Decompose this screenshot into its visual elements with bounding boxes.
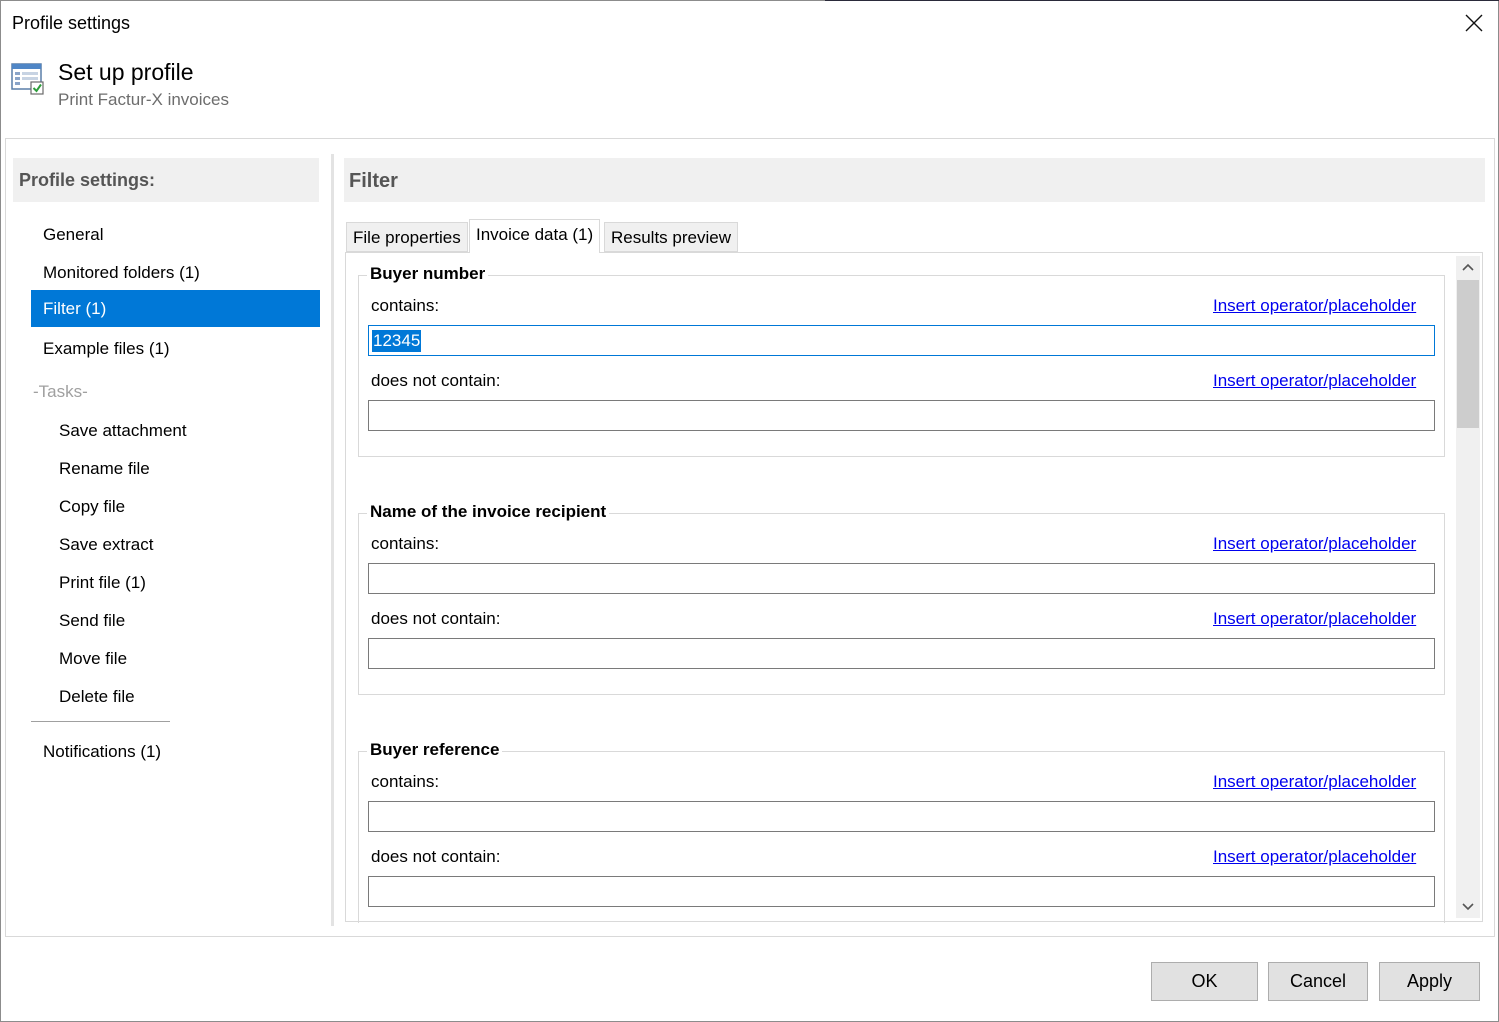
- does-not-contain-label: does not contain:: [371, 609, 501, 628]
- nav-item-delete-file[interactable]: Delete file: [31, 678, 320, 715]
- nav-item-save-attachment[interactable]: Save attachment: [31, 412, 320, 449]
- nav-divider: [31, 721, 170, 722]
- nav-item-label: Copy file: [59, 497, 126, 516]
- apply-button[interactable]: Apply: [1379, 962, 1480, 1001]
- nav-item-monitored-folders[interactable]: Monitored folders (1): [31, 254, 320, 291]
- page-title: Filter: [349, 170, 398, 192]
- contains-label: contains:: [371, 296, 440, 315]
- header-title: Set up profile: [58, 59, 194, 85]
- nav-item-label: Filter (1): [43, 299, 107, 318]
- nav-item-rename-file[interactable]: Rename file: [31, 450, 320, 487]
- nav-item-label: Send file: [59, 611, 126, 630]
- cancel-button[interactable]: Cancel: [1268, 962, 1368, 1001]
- nav-item-notifications[interactable]: Notifications (1): [31, 733, 320, 770]
- does-not-contain-label: does not contain:: [371, 847, 501, 866]
- buyer-number-not-contains-input[interactable]: [368, 400, 1435, 431]
- recipient-contains-input[interactable]: [368, 563, 1435, 594]
- nav-item-general[interactable]: General: [31, 216, 320, 253]
- does-not-contain-label: does not contain:: [371, 371, 501, 390]
- nav-item-save-extract[interactable]: Save extract: [31, 526, 320, 563]
- nav-item-label: Delete file: [59, 687, 135, 706]
- tab-label: File properties: [353, 228, 461, 247]
- nav-item-label: Save extract: [59, 535, 154, 554]
- nav-item-label: Move file: [59, 649, 128, 668]
- buyer-reference-not-contains-input[interactable]: [368, 876, 1435, 907]
- nav-header: Profile settings:: [13, 158, 319, 202]
- nav-item-label: Notifications (1): [43, 742, 162, 761]
- nav-item-copy-file[interactable]: Copy file: [31, 488, 320, 525]
- pane-splitter[interactable]: [331, 154, 334, 926]
- tab-results-preview[interactable]: Results preview: [604, 222, 738, 252]
- nav-item-label: Save attachment: [59, 421, 187, 440]
- tab-invoice-data[interactable]: Invoice data (1): [469, 219, 601, 253]
- insert-operator-link[interactable]: Insert operator/placeholder: [1213, 772, 1416, 792]
- tab-label: Results preview: [611, 228, 731, 247]
- ok-button[interactable]: OK: [1151, 962, 1258, 1001]
- insert-operator-link[interactable]: Insert operator/placeholder: [1213, 371, 1416, 391]
- insert-operator-link[interactable]: Insert operator/placeholder: [1213, 847, 1416, 867]
- filter-header: Filter: [344, 158, 1485, 202]
- nav-item-label: General: [43, 225, 104, 244]
- input-selected-text: 12345: [372, 330, 422, 352]
- scroll-up-icon[interactable]: [1456, 256, 1480, 278]
- nav-item-label: Rename file: [59, 459, 150, 478]
- profile-settings-icon: [11, 62, 45, 96]
- nav-tasks-label: -Tasks-: [33, 382, 88, 401]
- close-icon[interactable]: [1458, 8, 1490, 38]
- tab-file-properties[interactable]: File properties: [346, 222, 468, 252]
- nav-item-example-files[interactable]: Example files (1): [31, 330, 320, 367]
- nav-item-send-file[interactable]: Send file: [31, 602, 320, 639]
- nav-item-label: Print file (1): [59, 573, 146, 592]
- contains-label: contains:: [371, 772, 440, 791]
- nav-item-print-file[interactable]: Print file (1): [31, 564, 320, 601]
- group-title: Name of the invoice recipient: [367, 502, 610, 522]
- insert-operator-link[interactable]: Insert operator/placeholder: [1213, 609, 1416, 629]
- nav-item-label: Example files (1): [43, 339, 170, 358]
- window-title: Profile settings: [12, 13, 131, 33]
- nav-item-move-file[interactable]: Move file: [31, 640, 320, 677]
- scrollbar-thumb[interactable]: [1457, 280, 1479, 428]
- insert-operator-link[interactable]: Insert operator/placeholder: [1213, 534, 1416, 554]
- recipient-not-contains-input[interactable]: [368, 638, 1435, 669]
- title-bar: Profile settings: [0, 0, 1497, 46]
- insert-operator-link[interactable]: Insert operator/placeholder: [1213, 296, 1416, 316]
- dialog-header: Set up profile Print Factur-X invoices: [0, 55, 1497, 135]
- buyer-reference-contains-input[interactable]: [368, 801, 1435, 832]
- nav-item-label: Monitored folders (1): [43, 263, 200, 282]
- group-title: Buyer reference: [367, 740, 503, 760]
- header-subtitle: Print Factur-X invoices: [58, 90, 229, 109]
- scroll-down-icon[interactable]: [1456, 896, 1480, 918]
- nav-header-label: Profile settings:: [19, 170, 156, 190]
- group-title: Buyer number: [367, 264, 489, 284]
- nav-item-filter[interactable]: Filter (1): [31, 290, 320, 327]
- buyer-number-contains-input[interactable]: 12345: [368, 325, 1435, 356]
- contains-label: contains:: [371, 534, 440, 553]
- tab-label: Invoice data (1): [476, 225, 594, 244]
